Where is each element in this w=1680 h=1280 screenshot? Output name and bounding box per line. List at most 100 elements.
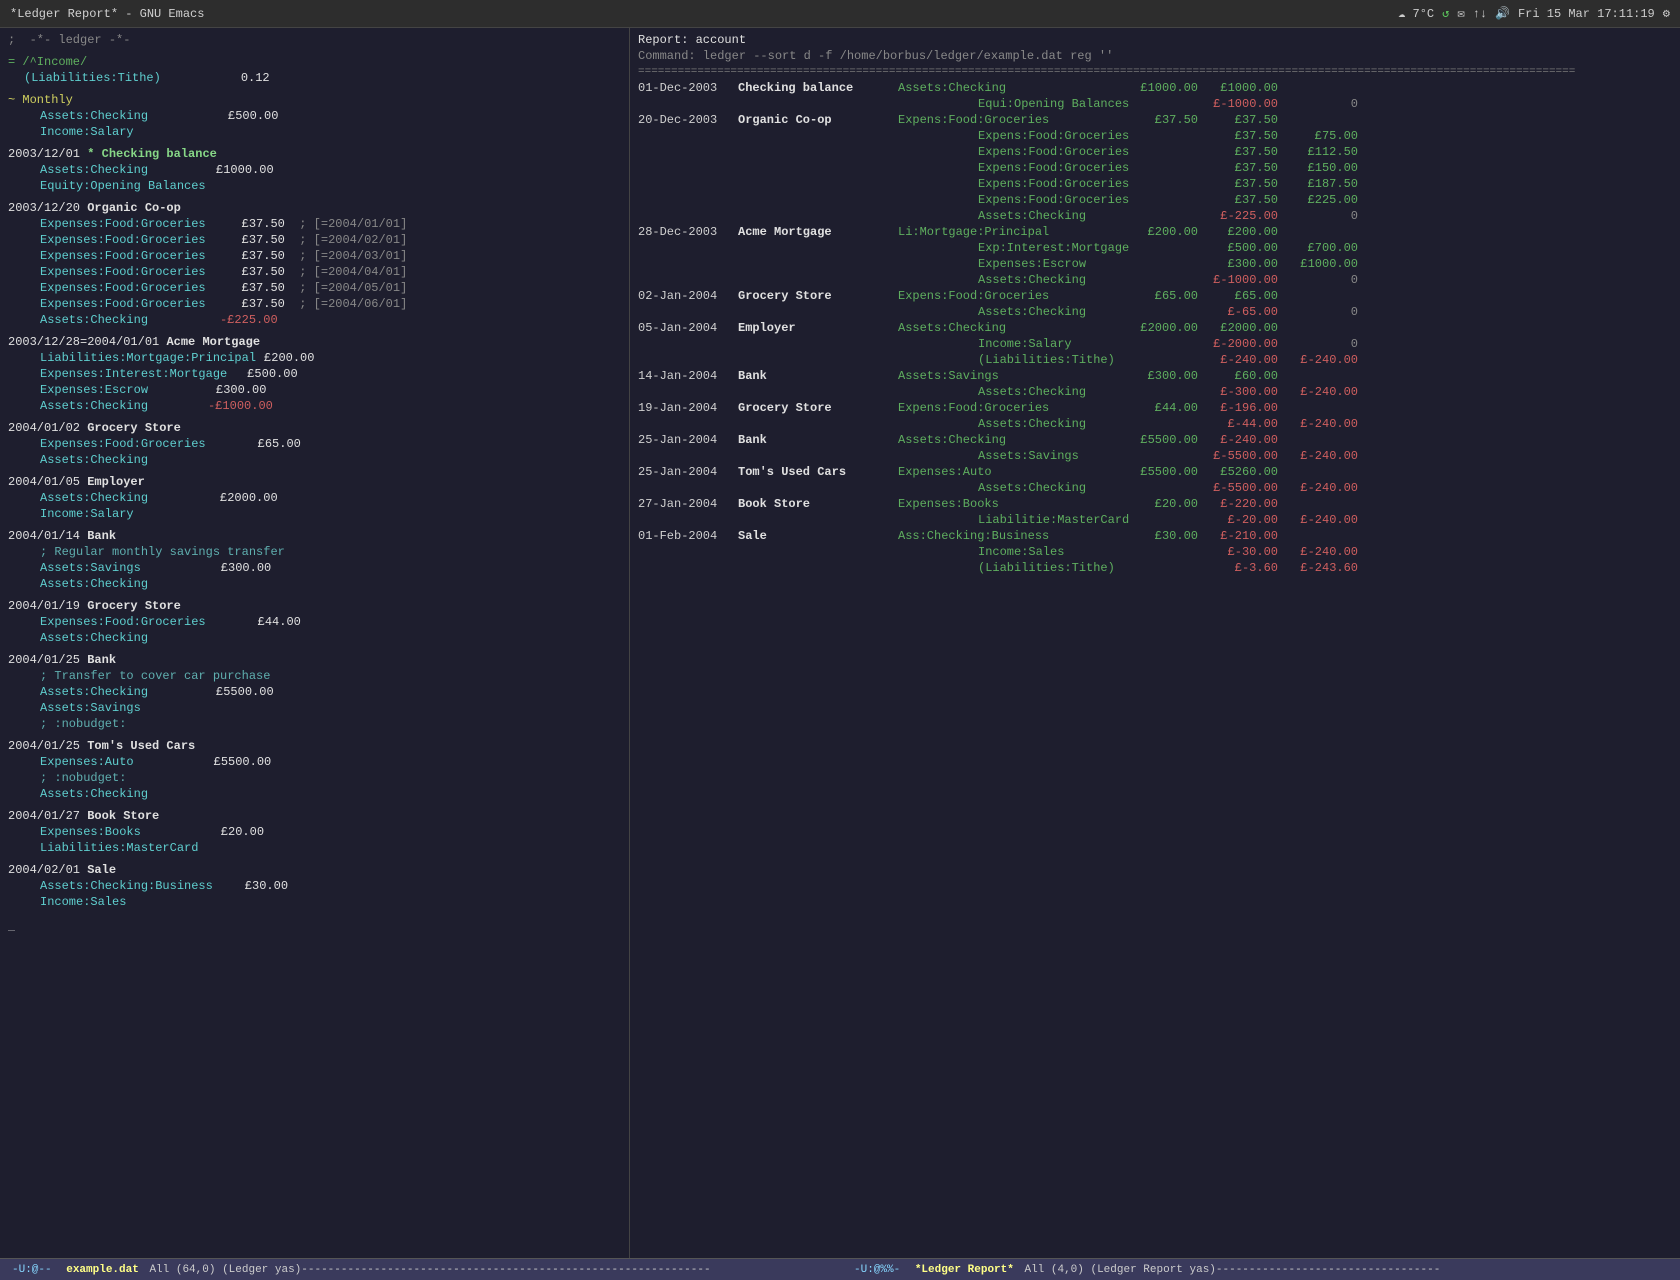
tx3-header: 2003/12/28=2004/01/01 Acme Mortgage xyxy=(8,334,621,350)
tx6-checking: Assets:Checking xyxy=(8,576,621,592)
datetime-display: Fri 15 Mar 17:11:19 xyxy=(1518,7,1655,21)
r4-row1: 02-Jan-2004Grocery Store Expens:Food:Gro… xyxy=(638,288,1672,304)
income-section: = /^Income/ xyxy=(8,54,621,70)
tx2-g1: Expenses:Food:Groceries£37.50 ; [=2004/0… xyxy=(8,216,621,232)
tx4-checking: Assets:Checking xyxy=(8,452,621,468)
r5-row1: 05-Jan-2004Employer Assets:Checking £200… xyxy=(638,320,1672,336)
tx7-groceries: Expenses:Food:Groceries£44.00 xyxy=(8,614,621,630)
r2-row3: Expens:Food:Groceries £37.50 £112.50 xyxy=(638,144,1672,160)
tx9-checking: Assets:Checking xyxy=(8,786,621,802)
tx7-checking: Assets:Checking xyxy=(8,630,621,646)
tx9-header: 2004/01/25 Tom's Used Cars xyxy=(8,738,621,754)
tx4-groceries: Expenses:Food:Groceries£65.00 xyxy=(8,436,621,452)
tx2-g6: Expenses:Food:Groceries£37.50 ; [=2004/0… xyxy=(8,296,621,312)
tithe-line: (Liabilities:Tithe)0.12 xyxy=(8,70,621,86)
r2-row7: Assets:Checking £-225.00 0 xyxy=(638,208,1672,224)
network-icon: ↑↓ xyxy=(1473,7,1487,21)
r2-row5: Expens:Food:Groceries £37.50 £187.50 xyxy=(638,176,1672,192)
tx10-header: 2004/01/27 Book Store xyxy=(8,808,621,824)
r4-row2: Assets:Checking £-65.00 0 xyxy=(638,304,1672,320)
tx5-checking: Assets:Checking£2000.00 xyxy=(8,490,621,506)
r11-row3: (Liabilities:Tithe) £-3.60 £-243.60 xyxy=(638,560,1672,576)
tx5-salary: Income:Salary xyxy=(8,506,621,522)
r2-row1: 20-Dec-2003Organic Co-op Expens:Food:Gro… xyxy=(638,112,1672,128)
report-filename: *Ledger Report* xyxy=(911,1264,1018,1276)
r6-row2: Assets:Checking £-300.00 £-240.00 xyxy=(638,384,1672,400)
r2-row6: Expens:Food:Groceries £37.50 £225.00 xyxy=(638,192,1672,208)
tx8-savings: Assets:Savings xyxy=(8,700,621,716)
tx8-checking: Assets:Checking£5500.00 xyxy=(8,684,621,700)
main-area: ; -*- ledger -*- = /^Income/ (Liabilitie… xyxy=(0,28,1680,1258)
tx6-header: 2004/01/14 Bank xyxy=(8,528,621,544)
tx2-g5: Expenses:Food:Groceries£37.50 ; [=2004/0… xyxy=(8,280,621,296)
title-bar: *Ledger Report* - GNU Emacs ☁ 7°C ↺ ✉ ↑↓… xyxy=(0,0,1680,28)
ledger-header: ; -*- ledger -*- xyxy=(8,32,621,48)
r2-row4: Expens:Food:Groceries £37.50 £150.00 xyxy=(638,160,1672,176)
r1-row2: Equi:Opening Balances £-1000.00 0 xyxy=(638,96,1672,112)
r9-row1: 25-Jan-2004Tom's Used Cars Expenses:Auto… xyxy=(638,464,1672,480)
right-pane: Report: account Command: ledger --sort d… xyxy=(630,28,1680,1258)
monthly-checking: Assets:Checking£500.00 xyxy=(8,108,621,124)
tx1-checking: Assets:Checking£1000.00 xyxy=(8,162,621,178)
tx1-header: 2003/12/01 * Checking balance xyxy=(8,146,621,162)
r7-row1: 19-Jan-2004Grocery Store Expens:Food:Gro… xyxy=(638,400,1672,416)
tx2-g3: Expenses:Food:Groceries£37.50 ; [=2004/0… xyxy=(8,248,621,264)
r11-row2: Income:Sales £-30.00 £-240.00 xyxy=(638,544,1672,560)
tx2-header: 2003/12/20 Organic Co-op xyxy=(8,200,621,216)
tx11-header: 2004/02/01 Sale xyxy=(8,862,621,878)
tx10-books: Expenses:Books£20.00 xyxy=(8,824,621,840)
tx9-nobudget: ; :nobudget: xyxy=(8,770,621,786)
monthly-section: ~ Monthly xyxy=(8,92,621,108)
r11-row1: 01-Feb-2004Sale Ass:Checking:Business £3… xyxy=(638,528,1672,544)
email-icon[interactable]: ✉ xyxy=(1457,6,1464,21)
mode-right: -U:@%%- xyxy=(850,1264,904,1276)
r7-row2: Assets:Checking £-44.00 £-240.00 xyxy=(638,416,1672,432)
refresh-icon[interactable]: ↺ xyxy=(1442,6,1449,21)
tx2-checking: Assets:Checking-£225.00 xyxy=(8,312,621,328)
tx3-checking: Assets:Checking-£1000.00 xyxy=(8,398,621,414)
tx9-auto: Expenses:Auto£5500.00 xyxy=(8,754,621,770)
tx3-escrow: Expenses:Escrow£300.00 xyxy=(8,382,621,398)
r6-row1: 14-Jan-2004Bank Assets:Savings £300.00 £… xyxy=(638,368,1672,384)
tx8-nobudget: ; :nobudget: xyxy=(8,716,621,732)
cursor-line: █ xyxy=(8,916,621,932)
tx2-g2: Expenses:Food:Groceries£37.50 ; [=2004/0… xyxy=(8,232,621,248)
tx7-header: 2004/01/19 Grocery Store xyxy=(8,598,621,614)
tx4-header: 2004/01/02 Grocery Store xyxy=(8,420,621,436)
statusbar-left: -U:@-- example.dat All (64,0) (Ledger ya… xyxy=(8,1264,830,1276)
r3-row3: Expenses:Escrow £300.00 £1000.00 xyxy=(638,256,1672,272)
r5-row3: (Liabilities:Tithe) £-240.00 £-240.00 xyxy=(638,352,1672,368)
window-title: *Ledger Report* - GNU Emacs xyxy=(10,7,204,21)
statusbar-right: -U:@%%- *Ledger Report* All (4,0) (Ledge… xyxy=(830,1264,1672,1276)
r3-row1: 28-Dec-2003Acme Mortgage Li:Mortgage:Pri… xyxy=(638,224,1672,240)
mode-left: -U:@-- xyxy=(8,1264,56,1276)
r8-row1: 25-Jan-2004Bank Assets:Checking £5500.00… xyxy=(638,432,1672,448)
r2-row2: Expens:Food:Groceries £37.50 £75.00 xyxy=(638,128,1672,144)
tx6-comment: ; Regular monthly savings transfer xyxy=(8,544,621,560)
r3-row2: Exp:Interest:Mortgage £500.00 £700.00 xyxy=(638,240,1672,256)
r5-row2: Income:Salary £-2000.00 0 xyxy=(638,336,1672,352)
r8-row2: Assets:Savings £-5500.00 £-240.00 xyxy=(638,448,1672,464)
position-left: All (64,0) (Ledger yas)-----------------… xyxy=(149,1264,710,1276)
tx11-sales: Income:Sales xyxy=(8,894,621,910)
r10-row2: Liabilitie:MasterCard £-20.00 £-240.00 xyxy=(638,512,1672,528)
settings-icon[interactable]: ⚙ xyxy=(1663,6,1670,21)
tx2-g4: Expenses:Food:Groceries£37.50 ; [=2004/0… xyxy=(8,264,621,280)
filename: example.dat xyxy=(62,1264,143,1276)
monthly-salary: Income:Salary xyxy=(8,124,621,140)
position-right: All (4,0) (Ledger Report yas)-----------… xyxy=(1024,1264,1440,1276)
weather-display: ☁ 7°C xyxy=(1398,6,1434,21)
volume-icon: 🔊 xyxy=(1495,6,1510,21)
tx1-equity: Equity:Opening Balances xyxy=(8,178,621,194)
tx8-comment: ; Transfer to cover car purchase xyxy=(8,668,621,684)
titlebar-right: ☁ 7°C ↺ ✉ ↑↓ 🔊 Fri 15 Mar 17:11:19 ⚙ xyxy=(1398,6,1670,21)
command-line: Command: ledger --sort d -f /home/borbus… xyxy=(638,48,1672,64)
report-label: Report: account xyxy=(638,32,1672,48)
status-bar: -U:@-- example.dat All (64,0) (Ledger ya… xyxy=(0,1258,1680,1280)
r3-row4: Assets:Checking £-1000.00 0 xyxy=(638,272,1672,288)
tx5-header: 2004/01/05 Employer xyxy=(8,474,621,490)
tx3-interest: Expenses:Interest:Mortgage£500.00 xyxy=(8,366,621,382)
r9-row2: Assets:Checking £-5500.00 £-240.00 xyxy=(638,480,1672,496)
tx10-mastercard: Liabilities:MasterCard xyxy=(8,840,621,856)
tx11-business: Assets:Checking:Business£30.00 xyxy=(8,878,621,894)
